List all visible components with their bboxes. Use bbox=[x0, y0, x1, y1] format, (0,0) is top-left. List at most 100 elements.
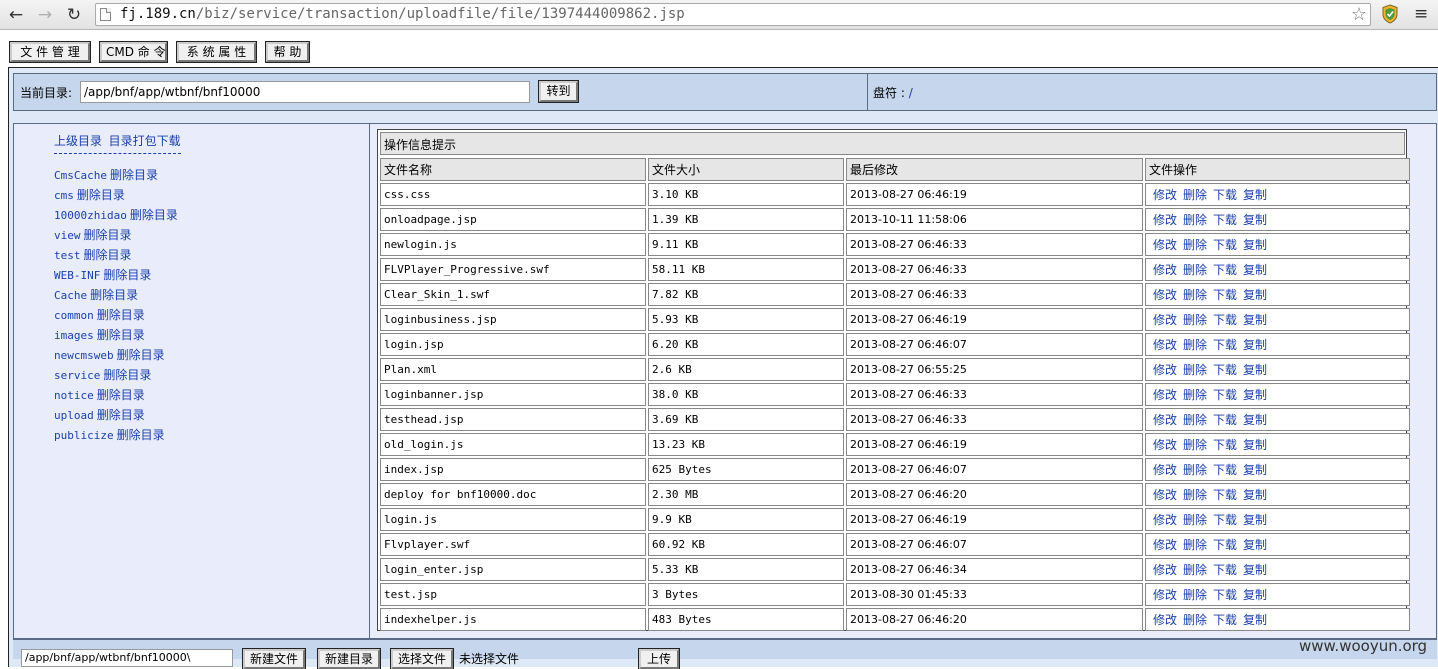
parent-dir-link[interactable]: 上级目录 bbox=[54, 134, 102, 148]
copy-link[interactable]: 复制 bbox=[1243, 438, 1267, 452]
copy-link[interactable]: 复制 bbox=[1243, 238, 1267, 252]
delete-link[interactable]: 删除 bbox=[1183, 213, 1207, 227]
edit-link[interactable]: 修改 bbox=[1153, 213, 1177, 227]
goto-button[interactable]: 转到 bbox=[538, 80, 579, 103]
copy-link[interactable]: 复制 bbox=[1243, 188, 1267, 202]
new-dir-button[interactable]: 新建目录 bbox=[317, 648, 381, 669]
edit-link[interactable]: 修改 bbox=[1153, 488, 1177, 502]
delete-directory-link[interactable]: 删除目录 bbox=[97, 308, 145, 322]
drive-root-link[interactable]: / bbox=[909, 86, 913, 100]
download-link[interactable]: 下载 bbox=[1213, 313, 1237, 327]
download-link[interactable]: 下载 bbox=[1213, 263, 1237, 277]
directory-link[interactable]: WEB-INF bbox=[54, 269, 100, 282]
download-link[interactable]: 下载 bbox=[1213, 413, 1237, 427]
delete-link[interactable]: 删除 bbox=[1183, 538, 1207, 552]
forward-icon[interactable]: → bbox=[34, 4, 56, 26]
directory-link[interactable]: CmsCache bbox=[54, 169, 107, 182]
download-link[interactable]: 下载 bbox=[1213, 363, 1237, 377]
download-link[interactable]: 下载 bbox=[1213, 188, 1237, 202]
delete-link[interactable]: 删除 bbox=[1183, 463, 1207, 477]
download-link[interactable]: 下载 bbox=[1213, 463, 1237, 477]
edit-link[interactable]: 修改 bbox=[1153, 613, 1177, 627]
delete-link[interactable]: 删除 bbox=[1183, 563, 1207, 577]
directory-link[interactable]: upload bbox=[54, 409, 94, 422]
path-input[interactable]: /app/bnf/app/wtbnf/bnf10000\ bbox=[21, 649, 233, 667]
copy-link[interactable]: 复制 bbox=[1243, 313, 1267, 327]
edit-link[interactable]: 修改 bbox=[1153, 313, 1177, 327]
directory-link[interactable]: common bbox=[54, 309, 94, 322]
delete-directory-link[interactable]: 删除目录 bbox=[97, 408, 145, 422]
edit-link[interactable]: 修改 bbox=[1153, 413, 1177, 427]
delete-link[interactable]: 删除 bbox=[1183, 613, 1207, 627]
edit-link[interactable]: 修改 bbox=[1153, 388, 1177, 402]
edit-link[interactable]: 修改 bbox=[1153, 563, 1177, 577]
delete-directory-link[interactable]: 删除目录 bbox=[90, 288, 138, 302]
download-link[interactable]: 下载 bbox=[1213, 238, 1237, 252]
pack-download-link[interactable]: 目录打包下载 bbox=[109, 134, 181, 148]
delete-link[interactable]: 删除 bbox=[1183, 338, 1207, 352]
download-link[interactable]: 下载 bbox=[1213, 488, 1237, 502]
delete-link[interactable]: 删除 bbox=[1183, 513, 1207, 527]
help-button[interactable]: 帮 助 bbox=[265, 41, 310, 63]
cmd-button[interactable]: CMD 命 令 bbox=[99, 41, 168, 63]
reload-icon[interactable]: ↻ bbox=[63, 4, 85, 26]
delete-directory-link[interactable]: 删除目录 bbox=[84, 228, 132, 242]
copy-link[interactable]: 复制 bbox=[1243, 513, 1267, 527]
file-manage-button[interactable]: 文 件 管 理 bbox=[9, 41, 91, 63]
directory-link[interactable]: newcmsweb bbox=[54, 349, 114, 362]
edit-link[interactable]: 修改 bbox=[1153, 338, 1177, 352]
download-link[interactable]: 下载 bbox=[1213, 388, 1237, 402]
copy-link[interactable]: 复制 bbox=[1243, 263, 1267, 277]
edit-link[interactable]: 修改 bbox=[1153, 463, 1177, 477]
directory-link[interactable]: notice bbox=[54, 389, 94, 402]
delete-link[interactable]: 删除 bbox=[1183, 288, 1207, 302]
delete-directory-link[interactable]: 删除目录 bbox=[110, 168, 158, 182]
delete-directory-link[interactable]: 删除目录 bbox=[97, 328, 145, 342]
upload-button[interactable]: 上传 bbox=[638, 648, 680, 669]
download-link[interactable]: 下载 bbox=[1213, 563, 1237, 577]
edit-link[interactable]: 修改 bbox=[1153, 363, 1177, 377]
edit-link[interactable]: 修改 bbox=[1153, 188, 1177, 202]
directory-link[interactable]: Cache bbox=[54, 289, 87, 302]
delete-link[interactable]: 删除 bbox=[1183, 388, 1207, 402]
edit-link[interactable]: 修改 bbox=[1153, 538, 1177, 552]
url-text[interactable]: fj.189.cn/biz/service/transaction/upload… bbox=[120, 6, 685, 22]
delete-directory-link[interactable]: 删除目录 bbox=[84, 248, 132, 262]
download-link[interactable]: 下载 bbox=[1213, 213, 1237, 227]
copy-link[interactable]: 复制 bbox=[1243, 213, 1267, 227]
delete-link[interactable]: 删除 bbox=[1183, 188, 1207, 202]
delete-link[interactable]: 删除 bbox=[1183, 263, 1207, 277]
download-link[interactable]: 下载 bbox=[1213, 588, 1237, 602]
choose-file-button[interactable]: 选择文件 bbox=[390, 648, 454, 669]
directory-link[interactable]: 10000zhidao bbox=[54, 209, 127, 222]
delete-link[interactable]: 删除 bbox=[1183, 363, 1207, 377]
copy-link[interactable]: 复制 bbox=[1243, 463, 1267, 477]
directory-link[interactable]: service bbox=[54, 369, 100, 382]
download-link[interactable]: 下载 bbox=[1213, 438, 1237, 452]
directory-link[interactable]: view bbox=[54, 229, 81, 242]
new-file-button[interactable]: 新建文件 bbox=[242, 648, 306, 669]
delete-link[interactable]: 删除 bbox=[1183, 438, 1207, 452]
delete-directory-link[interactable]: 删除目录 bbox=[130, 208, 178, 222]
edit-link[interactable]: 修改 bbox=[1153, 263, 1177, 277]
copy-link[interactable]: 复制 bbox=[1243, 613, 1267, 627]
delete-directory-link[interactable]: 删除目录 bbox=[117, 428, 165, 442]
shield-icon[interactable] bbox=[1381, 4, 1399, 24]
system-attributes-button[interactable]: 系 统 属 性 bbox=[176, 41, 257, 63]
edit-link[interactable]: 修改 bbox=[1153, 438, 1177, 452]
directory-link[interactable]: cms bbox=[54, 189, 74, 202]
delete-link[interactable]: 删除 bbox=[1183, 238, 1207, 252]
directory-link[interactable]: images bbox=[54, 329, 94, 342]
copy-link[interactable]: 复制 bbox=[1243, 413, 1267, 427]
delete-directory-link[interactable]: 删除目录 bbox=[117, 348, 165, 362]
edit-link[interactable]: 修改 bbox=[1153, 238, 1177, 252]
delete-directory-link[interactable]: 删除目录 bbox=[103, 268, 151, 282]
delete-link[interactable]: 删除 bbox=[1183, 488, 1207, 502]
edit-link[interactable]: 修改 bbox=[1153, 513, 1177, 527]
download-link[interactable]: 下载 bbox=[1213, 613, 1237, 627]
delete-directory-link[interactable]: 删除目录 bbox=[97, 388, 145, 402]
current-dir-input[interactable]: /app/bnf/app/wtbnf/bnf10000 bbox=[80, 81, 530, 103]
download-link[interactable]: 下载 bbox=[1213, 288, 1237, 302]
delete-directory-link[interactable]: 删除目录 bbox=[103, 368, 151, 382]
edit-link[interactable]: 修改 bbox=[1153, 588, 1177, 602]
